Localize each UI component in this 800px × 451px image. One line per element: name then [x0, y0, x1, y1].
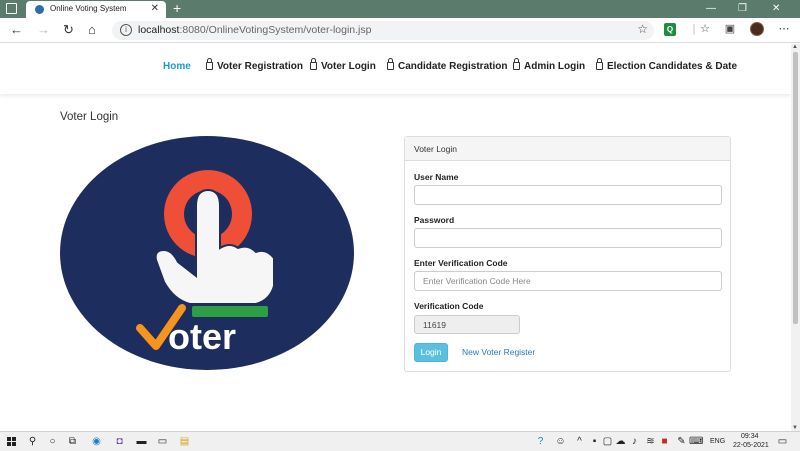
task-view-icon[interactable]: ⧉ [66, 435, 79, 448]
nav-home[interactable]: Home [163, 61, 191, 72]
extension-q-icon[interactable]: Q [664, 23, 676, 36]
minimize-icon[interactable]: — [706, 1, 716, 17]
taskbar: ⚲ ○ ⧉ ◉ ◘ ▬ ▭ ▤ ? ☺ ^ ▪ ▢ ☁ ♪ ≋ ■ ✎ ⌨ EN… [0, 431, 800, 451]
voter-logo-image: oter [60, 136, 354, 370]
nav-voter-registration[interactable]: Voter Registration [206, 58, 303, 72]
nav-voter-login[interactable]: Voter Login [310, 58, 376, 72]
username-label: User Name [414, 172, 459, 182]
pen-icon[interactable]: ✎ [675, 435, 688, 448]
keyboard-icon[interactable]: ⌨ [689, 435, 703, 448]
close-window-icon[interactable]: ✕ [772, 1, 780, 17]
close-tab-icon[interactable]: ✕ [151, 3, 159, 15]
password-label: Password [414, 215, 455, 225]
site-navbar: Home Voter Registration Voter Login Cand… [0, 44, 791, 94]
file-explorer-icon[interactable]: ▤ [178, 435, 191, 448]
onedrive-icon[interactable]: ☁ [614, 435, 627, 448]
url-host: localhost [138, 24, 180, 36]
help-icon[interactable]: ? [534, 435, 547, 448]
profile-avatar[interactable] [750, 22, 764, 36]
browser-toolbar: ← → ↻ ⌂ i localhost:8080/OnlineVotingSys… [0, 18, 800, 43]
panel-title: Voter Login [405, 137, 730, 161]
app-icon[interactable]: ◘ [113, 435, 126, 448]
clock-date[interactable]: 22-05-2021 [733, 442, 769, 449]
cortana-icon[interactable]: ○ [46, 435, 59, 448]
verification-code-display: 11619 [414, 315, 520, 334]
verification-label: Enter Verification Code [414, 258, 508, 268]
verification-input[interactable] [414, 271, 722, 291]
tab-title: Online Voting System [50, 4, 127, 13]
home-icon[interactable]: ⌂ [88, 22, 96, 38]
search-icon[interactable]: ⚲ [26, 435, 39, 448]
volume-icon[interactable]: ♪ [628, 435, 641, 448]
address-bar[interactable]: i localhost:8080/OnlineVotingSystem/vote… [112, 21, 654, 40]
scroll-thumb[interactable] [793, 52, 798, 324]
url-text: localhost:8080/OnlineVotingSystem/voter-… [138, 24, 371, 36]
notifications-icon[interactable]: ▭ [776, 435, 789, 448]
windows-start-icon[interactable] [7, 437, 17, 447]
collections-icon[interactable]: ▣ [724, 23, 736, 36]
cmd-icon[interactable]: ▭ [156, 435, 169, 448]
nav-candidate-registration-label: Candidate Registration [398, 61, 508, 72]
login-button[interactable]: Login [414, 343, 448, 362]
nav-voter-login-label: Voter Login [321, 61, 376, 72]
page-title: Voter Login [60, 111, 119, 123]
page-scrollbar[interactable]: ▲ ▼ [791, 44, 800, 431]
nav-election-candidates-label: Election Candidates & Date [607, 61, 738, 72]
window-menu-icon[interactable] [6, 3, 17, 14]
forward-icon[interactable]: → [37, 22, 50, 38]
restore-icon[interactable]: ❐ [738, 1, 747, 17]
lock-icon [310, 58, 317, 70]
nav-candidate-registration[interactable]: Candidate Registration [387, 58, 508, 72]
new-voter-register-link[interactable]: New Voter Register [462, 347, 535, 357]
lock-icon [513, 58, 520, 70]
url-path: :8080/OnlineVotingSystem/voter-login.jsp [179, 24, 372, 36]
tray-app-icon[interactable]: ▪ [588, 435, 601, 448]
reload-icon[interactable]: ↻ [63, 22, 74, 38]
page: Home Voter Registration Voter Login Cand… [0, 44, 791, 431]
more-menu-icon[interactable]: ⋯ [778, 23, 790, 36]
wifi-icon[interactable]: ≋ [644, 435, 657, 448]
password-field[interactable] [414, 228, 722, 248]
browser-tab[interactable]: Online Voting System ✕ [26, 1, 166, 18]
lock-icon [387, 58, 394, 70]
clock-time[interactable]: 09:34 [741, 433, 759, 440]
favorites-icon[interactable]: ☆ [699, 23, 711, 36]
language-indicator[interactable]: ENG [710, 438, 725, 445]
lock-icon [206, 58, 213, 70]
nav-voter-registration-label: Voter Registration [217, 61, 303, 72]
edge-browser-icon[interactable]: ◉ [90, 435, 103, 448]
lock-icon [596, 58, 603, 70]
security-icon[interactable]: ■ [658, 435, 671, 448]
people-icon[interactable]: ☺ [554, 435, 567, 448]
nav-admin-login[interactable]: Admin Login [513, 58, 586, 72]
nav-election-candidates[interactable]: Election Candidates & Date [596, 58, 738, 72]
terminal-icon[interactable]: ▬ [135, 435, 148, 448]
tray-expand-icon[interactable]: ^ [573, 435, 586, 448]
site-favicon-icon [35, 5, 44, 14]
new-tab-button[interactable]: + [173, 0, 181, 17]
network-icon[interactable]: ▢ [601, 435, 614, 448]
scroll-up-icon[interactable]: ▲ [792, 44, 798, 50]
code-label: Verification Code [414, 301, 484, 311]
back-icon[interactable]: ← [10, 22, 23, 38]
username-field[interactable] [414, 185, 722, 205]
nav-admin-login-label: Admin Login [524, 61, 586, 72]
favorite-star-icon[interactable]: ☆ [637, 22, 648, 36]
logo-text: oter [168, 316, 236, 357]
browser-tabstrip: Online Voting System ✕ + — ❐ ✕ [0, 0, 800, 18]
login-panel: Voter Login User Name Password Enter Ver… [404, 136, 731, 372]
site-info-icon[interactable]: i [120, 24, 132, 36]
